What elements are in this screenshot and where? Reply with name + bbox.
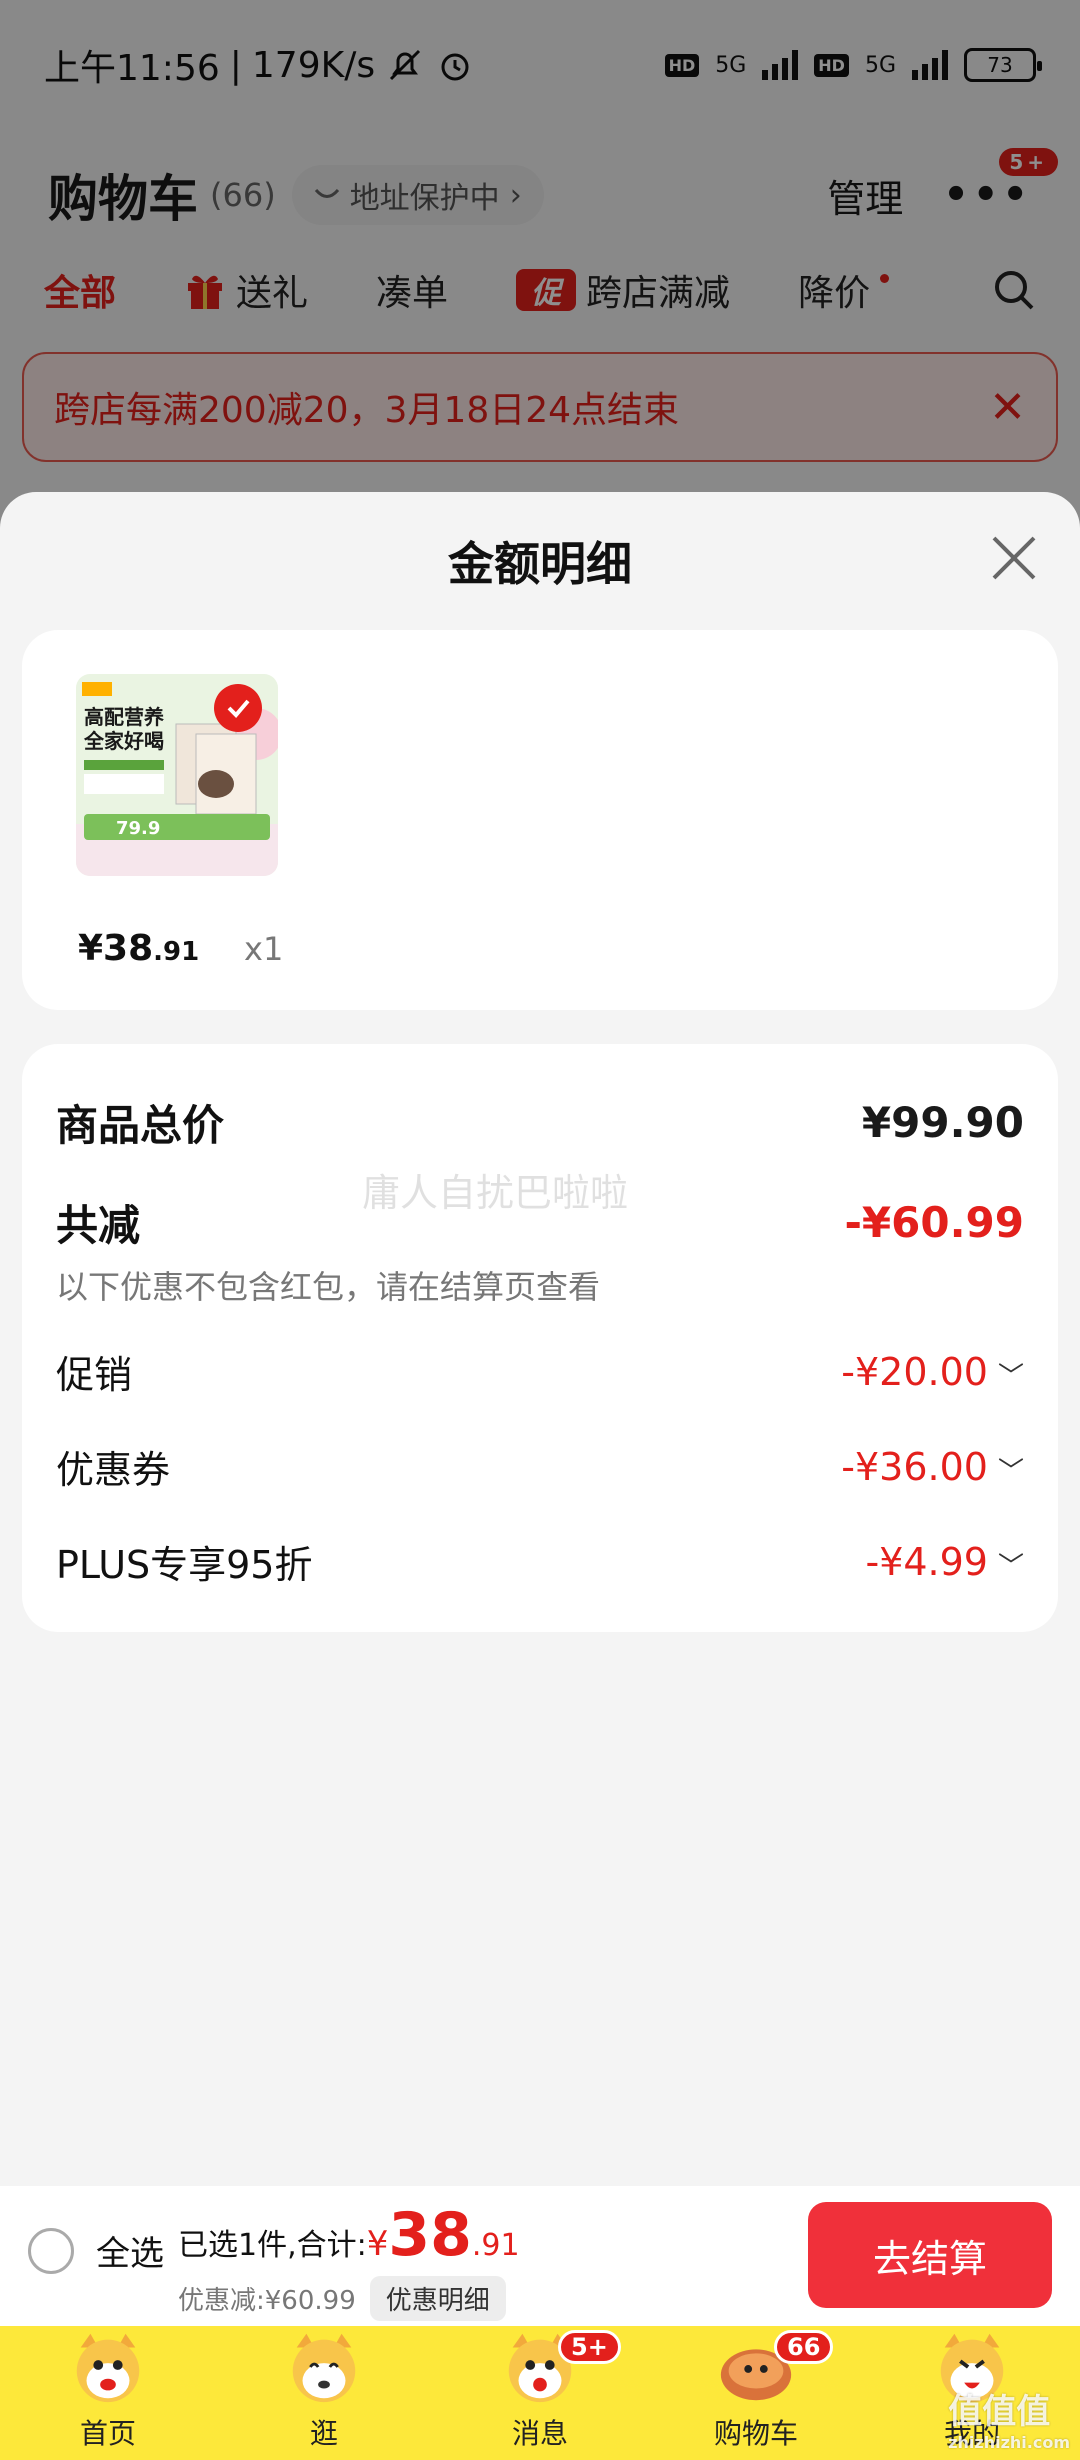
cart-badge: 66: [774, 2330, 834, 2364]
site-watermark-main: 值值值: [948, 2392, 1051, 2432]
product-quantity: x1: [244, 930, 284, 968]
discount-total-value: -¥60.99: [844, 1198, 1024, 1247]
svg-text:高配营养: 高配营养: [84, 705, 164, 729]
site-watermark-sub: zhizhizhi.com: [948, 2433, 1070, 2452]
chevron-down-icon: ﹀: [997, 1361, 1024, 1392]
plus-discount-row[interactable]: PLUS专享95折 -¥4.99 ﹀: [56, 1534, 1024, 1589]
tab-explore-label: 逛: [309, 2417, 338, 2450]
selected-check-icon[interactable]: [214, 684, 262, 732]
tab-cart[interactable]: 66 购物车: [648, 2326, 864, 2460]
checkout-button[interactable]: 去结算: [808, 2202, 1052, 2308]
total-price-value: ¥99.90: [861, 1098, 1024, 1147]
price-summary-card: 庸人自扰巴啦啦 商品总价 ¥99.90 共减 -¥60.99 以下优惠不包含红包…: [22, 1044, 1058, 1632]
checkout-total: 已选1件,合计: ¥ 38 .91: [178, 2200, 520, 2270]
close-icon[interactable]: [988, 532, 1040, 584]
tab-messages[interactable]: 5+ 消息: [432, 2326, 648, 2460]
home-mascot-icon: [76, 2333, 140, 2403]
select-all-radio[interactable]: [28, 2227, 74, 2274]
discount-total-label: 共减: [56, 1201, 141, 1250]
messages-badge: 5+: [558, 2330, 621, 2364]
total-dec: .91: [471, 2228, 520, 2263]
plus-discount-label: PLUS专享95折: [56, 1543, 313, 1587]
amount-detail-sheet: 金额明细 高配营养 全家好喝 79.9 ¥38.91 x1 庸人自扰巴啦啦 商品…: [0, 492, 1080, 2460]
promotion-row[interactable]: 促销 -¥20.00 ﹀: [56, 1344, 1024, 1399]
select-all-toggle[interactable]: 全选: [28, 2226, 164, 2275]
tab-cart-label: 购物车: [713, 2417, 798, 2450]
product-price-int: ¥38: [78, 928, 154, 969]
bottom-tab-bar: 首页 逛 5+ 消息 66 购物车 我的 值值值 zhizhizhi.com: [0, 2326, 1080, 2460]
chevron-down-icon: ﹀: [997, 1456, 1024, 1487]
promotion-amount: -¥20.00: [841, 1349, 988, 1394]
coupon-amount: -¥36.00: [841, 1444, 988, 1489]
product-price-dec: .91: [153, 937, 200, 967]
promotion-value: -¥20.00 ﹀: [841, 1350, 1024, 1394]
discount-summary-text: 优惠减:¥60.99: [178, 2286, 356, 2316]
promotion-label: 促销: [56, 1353, 133, 1397]
discount-note: 以下优惠不包含红包，请在结算页查看: [56, 1268, 601, 1306]
checkout-bar: 全选 已选1件,合计: ¥ 38 .91 优惠减:¥60.99 优惠明细 去结算: [0, 2186, 1080, 2326]
plus-discount-value: -¥4.99 ﹀: [865, 1540, 1024, 1584]
explore-mascot-icon: [292, 2333, 356, 2403]
sheet-title: 金额明细: [448, 537, 632, 591]
checkout-discount: 优惠减:¥60.99 优惠明细: [178, 2276, 506, 2321]
total-price-row: 商品总价 ¥99.90: [56, 1092, 1024, 1153]
select-all-label: 全选: [96, 2234, 164, 2274]
tab-home-label: 首页: [79, 2417, 136, 2450]
selected-count-text: 已选1件,合计:: [178, 2228, 367, 2263]
discount-detail-button[interactable]: 优惠明细: [369, 2276, 506, 2321]
product-price: ¥38.91: [78, 928, 199, 969]
tab-messages-label: 消息: [511, 2417, 568, 2450]
coupon-row[interactable]: 优惠券 -¥36.00 ﹀: [56, 1439, 1024, 1494]
tab-home[interactable]: 首页: [0, 2326, 216, 2460]
discount-total-row: 共减 -¥60.99: [56, 1192, 1024, 1253]
tab-explore[interactable]: 逛: [216, 2326, 432, 2460]
svg-text:79.9: 79.9: [116, 818, 160, 839]
total-price-label: 商品总价: [56, 1101, 225, 1150]
coupon-label: 优惠券: [56, 1448, 171, 1492]
product-image[interactable]: 高配营养 全家好喝 79.9: [76, 674, 278, 876]
svg-text:全家好喝: 全家好喝: [83, 729, 164, 753]
total-int: 38: [388, 2200, 472, 2270]
coupon-value: -¥36.00 ﹀: [841, 1445, 1024, 1489]
product-card: 高配营养 全家好喝 79.9 ¥38.91 x1: [22, 630, 1058, 1010]
site-watermark: 值值值 zhizhizhi.com: [948, 2384, 1070, 2452]
chevron-down-icon: ﹀: [997, 1551, 1024, 1582]
plus-discount-amount: -¥4.99: [865, 1539, 988, 1584]
total-currency: ¥: [366, 2224, 389, 2264]
